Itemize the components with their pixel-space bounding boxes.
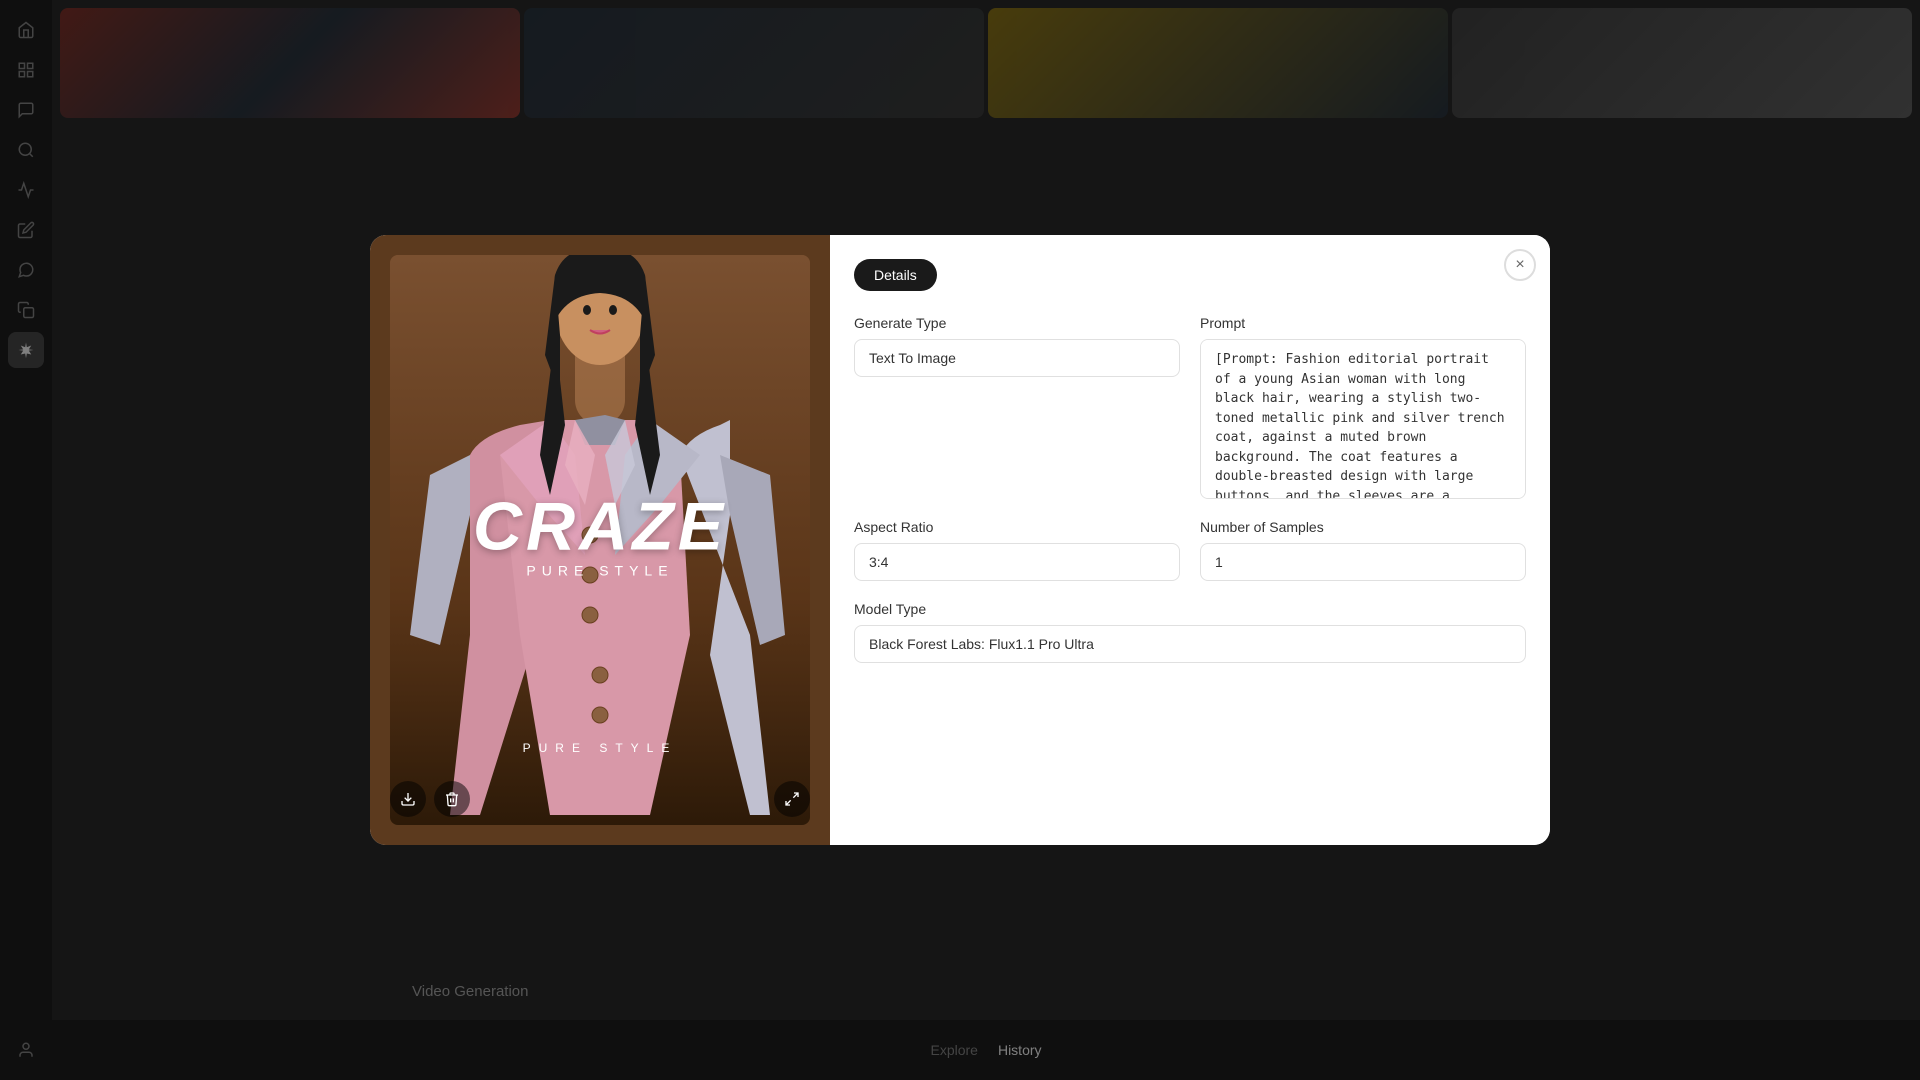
modal-overlay: × bbox=[0, 0, 1920, 1080]
aspect-ratio-input[interactable] bbox=[854, 543, 1180, 581]
aspect-ratio-label: Aspect Ratio bbox=[854, 519, 1180, 535]
prompt-label: Prompt bbox=[1200, 315, 1526, 331]
delete-button[interactable] bbox=[434, 781, 470, 817]
modal-image-panel: CRAZE PURE STYLE PURE STYLE bbox=[370, 235, 830, 845]
form-row-middle: Aspect Ratio Number of Samples bbox=[854, 519, 1526, 581]
fashion-image: CRAZE PURE STYLE PURE STYLE bbox=[390, 255, 810, 825]
number-samples-input[interactable] bbox=[1200, 543, 1526, 581]
generate-type-input[interactable] bbox=[854, 339, 1180, 377]
number-samples-label: Number of Samples bbox=[1200, 519, 1526, 535]
model-type-label: Model Type bbox=[854, 601, 1526, 617]
form-section-top: Generate Type Prompt bbox=[854, 315, 1526, 499]
pure-style-bottom-text: PURE STYLE bbox=[523, 741, 678, 755]
model-type-input[interactable] bbox=[854, 625, 1526, 663]
aspect-ratio-group: Aspect Ratio bbox=[854, 519, 1180, 581]
prompt-group: Prompt bbox=[1200, 315, 1526, 499]
image-actions bbox=[390, 781, 810, 817]
modal-close-button[interactable]: × bbox=[1504, 249, 1536, 281]
details-tab[interactable]: Details bbox=[854, 259, 937, 291]
generate-type-group: Generate Type bbox=[854, 315, 1180, 499]
image-action-left bbox=[390, 781, 470, 817]
download-button[interactable] bbox=[390, 781, 426, 817]
woman-figure-svg bbox=[390, 255, 810, 825]
modal-dialog: × bbox=[370, 235, 1550, 845]
number-samples-group: Number of Samples bbox=[1200, 519, 1526, 581]
expand-button[interactable] bbox=[774, 781, 810, 817]
model-type-section: Model Type bbox=[854, 601, 1526, 663]
model-type-group: Model Type bbox=[854, 601, 1526, 663]
generate-type-label: Generate Type bbox=[854, 315, 1180, 331]
modal-details-panel: Details Generate Type Prompt Aspect Rati… bbox=[830, 235, 1550, 845]
prompt-textarea[interactable] bbox=[1200, 339, 1526, 499]
